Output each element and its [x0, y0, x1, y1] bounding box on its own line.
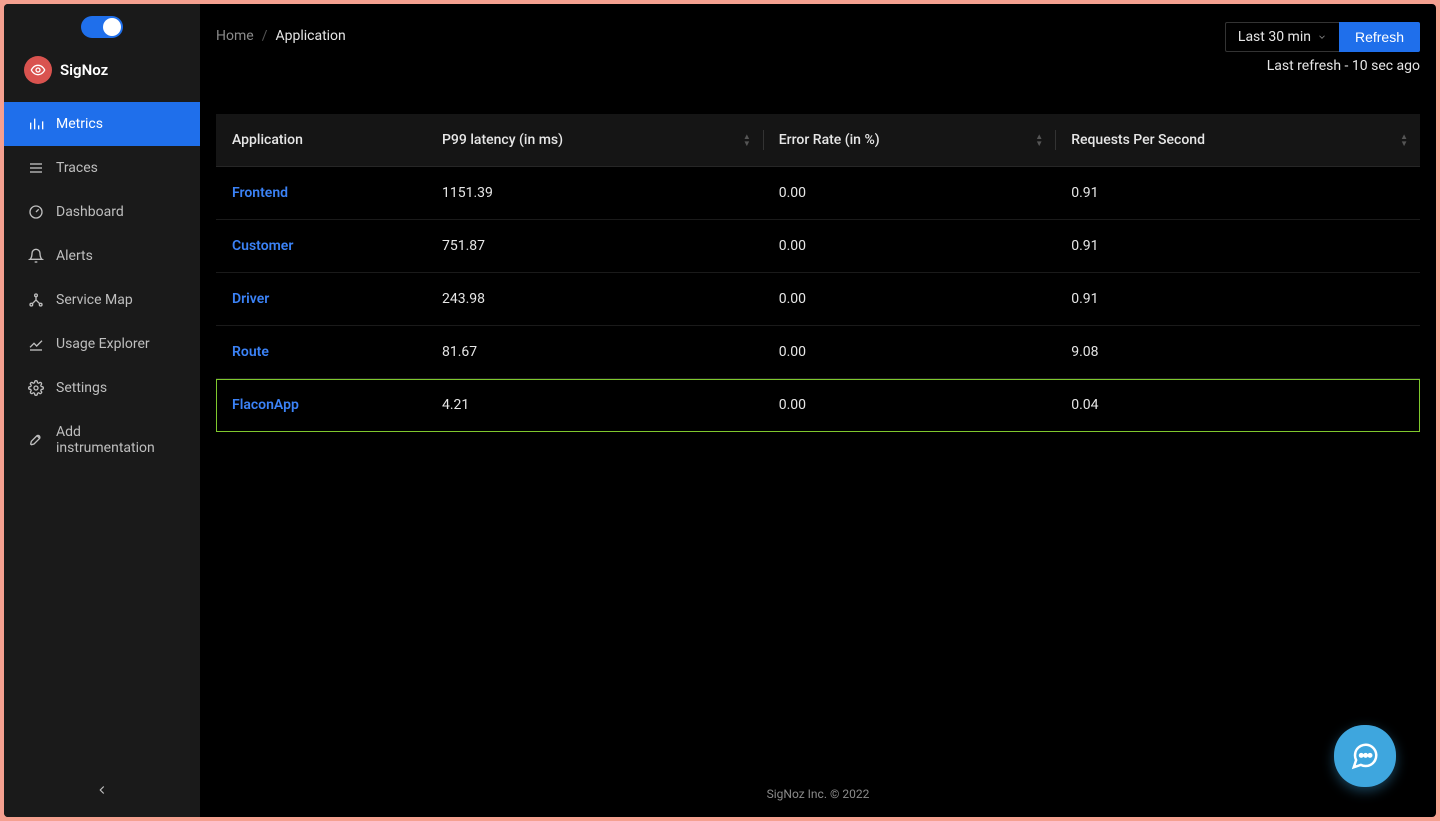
sidebar-collapse-button[interactable]	[4, 775, 200, 805]
cell-rps: 0.91	[1055, 167, 1420, 220]
sidebar-item-label: Dashboard	[56, 204, 124, 220]
column-header-error-rate[interactable]: Error Rate (in %) ▲▼	[763, 114, 1055, 167]
column-header-application[interactable]: Application	[216, 114, 426, 167]
dashboard-icon	[28, 204, 44, 220]
header: Home / Application Last 30 min Refresh L…	[200, 4, 1436, 74]
cell-err: 0.00	[763, 167, 1055, 220]
sidebar-item-label: Settings	[56, 380, 107, 396]
app-link[interactable]: Route	[216, 326, 426, 379]
breadcrumb-separator: /	[262, 28, 268, 44]
gear-icon	[28, 380, 44, 396]
chevron-down-icon	[1317, 32, 1327, 42]
cell-err: 0.00	[763, 220, 1055, 273]
footer-text: SigNoz Inc. © 2022	[200, 787, 1436, 801]
cell-p99: 751.87	[426, 220, 763, 273]
theme-toggle[interactable]	[81, 16, 123, 38]
applications-table: Application P99 latency (in ms) ▲▼ Error…	[216, 114, 1420, 432]
breadcrumb-current: Application	[275, 28, 345, 44]
sidebar-item-label: Usage Explorer	[56, 336, 150, 352]
time-range-select[interactable]: Last 30 min	[1225, 22, 1339, 52]
sidebar-item-add-instrumentation[interactable]: Add instrumentation	[4, 410, 200, 470]
column-header-rps[interactable]: Requests Per Second ▲▼	[1055, 114, 1420, 167]
cell-p99: 1151.39	[426, 167, 763, 220]
app-link[interactable]: Frontend	[216, 167, 426, 220]
cell-rps: 0.04	[1055, 379, 1420, 432]
sidebar-item-label: Metrics	[56, 116, 103, 132]
brand-name: SigNoz	[60, 61, 108, 79]
chat-widget-button[interactable]	[1334, 725, 1396, 787]
brand-logo-icon	[24, 56, 52, 84]
cell-p99: 81.67	[426, 326, 763, 379]
sidebar-item-usage-explorer[interactable]: Usage Explorer	[4, 322, 200, 366]
breadcrumb-home[interactable]: Home	[216, 28, 254, 44]
bar-chart-icon	[28, 116, 44, 132]
table-row[interactable]: Route 81.67 0.00 9.08	[216, 326, 1420, 379]
brand[interactable]: SigNoz	[4, 46, 200, 102]
app-link[interactable]: FlaconApp	[216, 379, 426, 432]
sidebar-item-metrics[interactable]: Metrics	[4, 102, 200, 146]
menu-icon	[28, 160, 44, 176]
sidebar-item-label: Add instrumentation	[56, 424, 176, 456]
sidebar: SigNoz Metrics Traces Dashboard	[4, 4, 200, 817]
rocket-icon	[28, 432, 44, 448]
bell-icon	[28, 248, 44, 264]
cell-p99: 4.21	[426, 379, 763, 432]
deployment-icon	[28, 292, 44, 308]
cell-err: 0.00	[763, 379, 1055, 432]
cell-err: 0.00	[763, 326, 1055, 379]
table-row[interactable]: FlaconApp 4.21 0.00 0.04	[216, 379, 1420, 432]
sidebar-item-service-map[interactable]: Service Map	[4, 278, 200, 322]
sidebar-item-label: Alerts	[56, 248, 93, 264]
table-row[interactable]: Customer 751.87 0.00 0.91	[216, 220, 1420, 273]
sidebar-item-settings[interactable]: Settings	[4, 366, 200, 410]
breadcrumb: Home / Application	[216, 22, 346, 44]
main-content: Home / Application Last 30 min Refresh L…	[200, 4, 1436, 817]
sidebar-nav: Metrics Traces Dashboard Alerts	[4, 102, 200, 470]
sort-icon: ▲▼	[1035, 133, 1043, 147]
sidebar-item-label: Service Map	[56, 292, 133, 308]
line-chart-icon	[28, 336, 44, 352]
app-link[interactable]: Driver	[216, 273, 426, 326]
refresh-button[interactable]: Refresh	[1339, 22, 1420, 52]
sidebar-item-label: Traces	[56, 160, 98, 176]
table-row[interactable]: Driver 243.98 0.00 0.91	[216, 273, 1420, 326]
sidebar-item-dashboard[interactable]: Dashboard	[4, 190, 200, 234]
cell-p99: 243.98	[426, 273, 763, 326]
cell-rps: 0.91	[1055, 220, 1420, 273]
time-range-label: Last 30 min	[1238, 29, 1311, 45]
sort-icon: ▲▼	[743, 133, 751, 147]
last-refresh-text: Last refresh - 10 sec ago	[1267, 58, 1420, 74]
cell-rps: 0.91	[1055, 273, 1420, 326]
app-link[interactable]: Customer	[216, 220, 426, 273]
sidebar-item-alerts[interactable]: Alerts	[4, 234, 200, 278]
cell-err: 0.00	[763, 273, 1055, 326]
cell-rps: 9.08	[1055, 326, 1420, 379]
table-row[interactable]: Frontend 1151.39 0.00 0.91	[216, 167, 1420, 220]
sort-icon: ▲▼	[1400, 133, 1408, 147]
column-header-p99[interactable]: P99 latency (in ms) ▲▼	[426, 114, 763, 167]
sidebar-item-traces[interactable]: Traces	[4, 146, 200, 190]
